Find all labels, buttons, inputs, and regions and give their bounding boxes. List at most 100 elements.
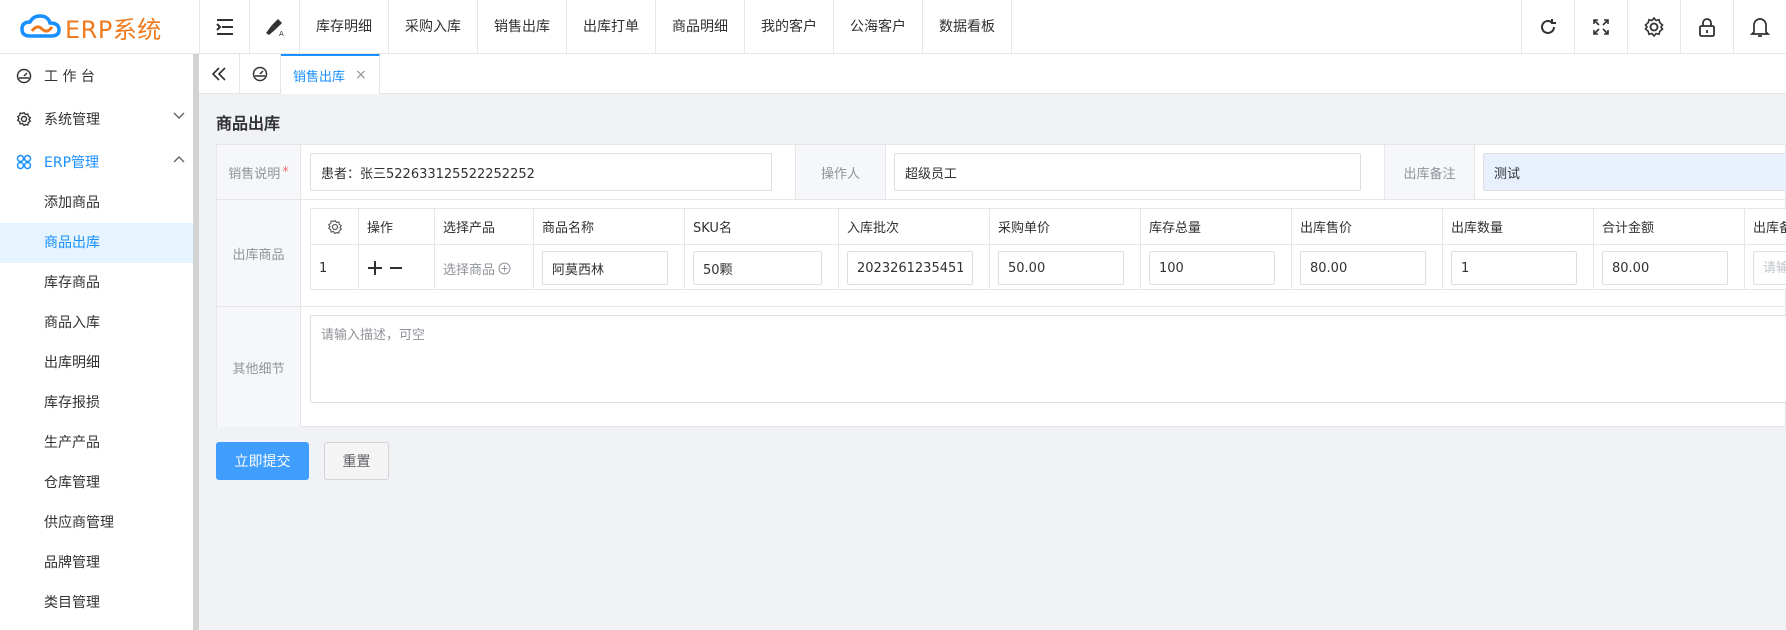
- stock-total-input[interactable]: [1149, 251, 1275, 285]
- sales-note-label: 销售说明 *: [217, 145, 301, 199]
- top-nav-item-public-customers[interactable]: 公海客户: [834, 0, 923, 54]
- details-textarea[interactable]: [310, 315, 1786, 403]
- submit-button[interactable]: 立即提交: [216, 442, 309, 480]
- col-header-total: 合计金额: [1594, 209, 1745, 244]
- fullscreen-icon: [1592, 18, 1610, 36]
- col-header-sale-price: 出库售价: [1292, 209, 1443, 244]
- sidebar-sub-product-in[interactable]: 商品入库: [0, 303, 193, 343]
- batch-input[interactable]: [847, 251, 973, 285]
- col-header-select-product: 选择产品: [435, 209, 534, 244]
- sales-note-label-text: 销售说明: [228, 166, 281, 182]
- purchase-price-cell: [990, 245, 1141, 289]
- remark-input[interactable]: [1483, 153, 1786, 191]
- top-nav-item-purchase-in[interactable]: 采购入库: [389, 0, 478, 54]
- operator-input[interactable]: [894, 153, 1361, 191]
- col-header-stock-total: 库存总量: [1141, 209, 1292, 244]
- product-table: 操作 选择产品 商品名称 SKU名 入库批次 采购单价 库存总量 出库售价 出库…: [310, 208, 1786, 290]
- double-chevron-left-icon: [211, 67, 227, 81]
- total-cell: [1594, 245, 1745, 289]
- close-icon[interactable]: ×: [355, 67, 367, 83]
- quantity-input[interactable]: [1451, 251, 1577, 285]
- clean-button[interactable]: A: [250, 0, 300, 54]
- dashboard-icon: [16, 68, 34, 84]
- sidebar-sub-add-product[interactable]: 添加商品: [0, 183, 193, 223]
- page-title: 商品出库: [216, 114, 281, 133]
- fullscreen-button[interactable]: [1574, 0, 1627, 54]
- top-nav-item-product-detail[interactable]: 商品明细: [656, 0, 745, 54]
- required-mark: *: [282, 164, 289, 180]
- sidebar-item-label: ERP管理: [44, 154, 100, 171]
- sidebar-sub-category[interactable]: 类目管理: [0, 583, 193, 623]
- sale-price-input[interactable]: [1300, 251, 1426, 285]
- refresh-icon: [1538, 17, 1558, 37]
- sidebar-sub-out-detail[interactable]: 出库明细: [0, 343, 193, 383]
- add-row-icon[interactable]: [367, 260, 383, 276]
- col-header-sku: SKU名: [685, 209, 839, 244]
- tab-label: 销售出库: [293, 69, 346, 85]
- brand-name: ERP系统: [65, 15, 162, 44]
- sidebar-sub-production[interactable]: 生产产品: [0, 423, 193, 463]
- collapse-tabs-button[interactable]: [199, 54, 240, 94]
- pick-product-label: 选择商品: [443, 262, 496, 278]
- purchase-price-input[interactable]: [998, 251, 1124, 285]
- table-row: 1 选择商品: [311, 245, 1786, 289]
- sidebar-sub-product-out[interactable]: 商品出库: [0, 223, 193, 263]
- sidebar: 工 作 台 系统管理 ERP管理 添加商品 商品出库 库存商品 商品入库 出库明…: [0, 54, 193, 630]
- lock-button[interactable]: [1680, 0, 1733, 54]
- pick-product-button[interactable]: 选择商品: [443, 259, 511, 278]
- plus-circle-icon: [498, 262, 511, 275]
- settings-button[interactable]: [1627, 0, 1680, 54]
- home-tab-button[interactable]: [240, 54, 281, 94]
- tabs-bar: 销售出库 ×: [199, 54, 1786, 94]
- chevron-down-icon: [173, 112, 185, 120]
- row-actions: [359, 245, 435, 289]
- products-label: 出库商品: [217, 200, 301, 306]
- sidebar-sub-warehouse[interactable]: 仓库管理: [0, 463, 193, 503]
- tab-sales-out[interactable]: 销售出库 ×: [281, 54, 380, 94]
- sidebar-sub-stock-products[interactable]: 库存商品: [0, 263, 193, 303]
- product-table-header: 操作 选择产品 商品名称 SKU名 入库批次 采购单价 库存总量 出库售价 出库…: [311, 209, 1786, 245]
- bell-icon: [1750, 16, 1770, 38]
- settings-icon: [1643, 16, 1665, 38]
- col-header-quantity: 出库数量: [1443, 209, 1594, 244]
- row-index: 1: [311, 245, 359, 289]
- sidebar-item-system[interactable]: 系统管理: [0, 97, 193, 140]
- menu-fold-button[interactable]: [200, 0, 250, 54]
- gear-icon: [327, 219, 343, 235]
- row-remark-input[interactable]: [1753, 251, 1786, 285]
- refresh-button[interactable]: [1521, 0, 1574, 54]
- sidebar-item-erp[interactable]: ERP管理: [0, 140, 193, 183]
- sidebar-sub-brand[interactable]: 品牌管理: [0, 543, 193, 583]
- product-name-cell: [534, 245, 685, 289]
- svg-text:A: A: [279, 30, 284, 37]
- sales-note-input[interactable]: [310, 153, 772, 191]
- clean-icon: A: [264, 17, 286, 37]
- sidebar-item-workbench[interactable]: 工 作 台: [0, 54, 193, 97]
- lock-icon: [1698, 17, 1716, 37]
- outbound-form: 销售说明 * 操作人 出库备注 出库商品 操作 选择产品: [216, 144, 1786, 427]
- sidebar-item-label: 系统管理: [44, 111, 100, 128]
- sidebar-sub-supplier[interactable]: 供应商管理: [0, 503, 193, 543]
- top-nav-item-sales-out[interactable]: 销售出库: [478, 0, 567, 54]
- top-nav-item-inventory-detail[interactable]: 库存明细: [300, 0, 389, 54]
- sidebar-sub-stock-loss[interactable]: 库存报损: [0, 383, 193, 423]
- logo[interactable]: ERP系统: [0, 0, 200, 54]
- col-header-batch: 入库批次: [839, 209, 990, 244]
- sku-input[interactable]: [693, 251, 822, 285]
- total-input[interactable]: [1602, 251, 1728, 285]
- product-name-input[interactable]: [542, 251, 668, 285]
- form-row-basic: 销售说明 * 操作人 出库备注: [217, 145, 1786, 200]
- top-nav: 库存明细 采购入库 销售出库 出库打单 商品明细 我的客户 公海客户 数据看板: [300, 0, 1012, 54]
- top-nav-item-print-order[interactable]: 出库打单: [567, 0, 656, 54]
- quantity-cell: [1443, 245, 1594, 289]
- top-nav-item-my-customers[interactable]: 我的客户: [745, 0, 834, 54]
- remove-row-icon[interactable]: [389, 260, 403, 276]
- top-header: ERP系统 A 库存明细 采购入库 销售出库 出库打单 商品明细 我的客户 公海…: [0, 0, 1786, 54]
- stock-total-cell: [1141, 245, 1292, 289]
- column-settings[interactable]: [311, 209, 359, 244]
- top-nav-item-dashboard[interactable]: 数据看板: [923, 0, 1012, 54]
- col-header-remark: 出库备注: [1745, 209, 1786, 244]
- reset-button[interactable]: 重置: [324, 442, 389, 480]
- notification-button[interactable]: [1733, 0, 1786, 54]
- dashboard-icon: [252, 66, 268, 82]
